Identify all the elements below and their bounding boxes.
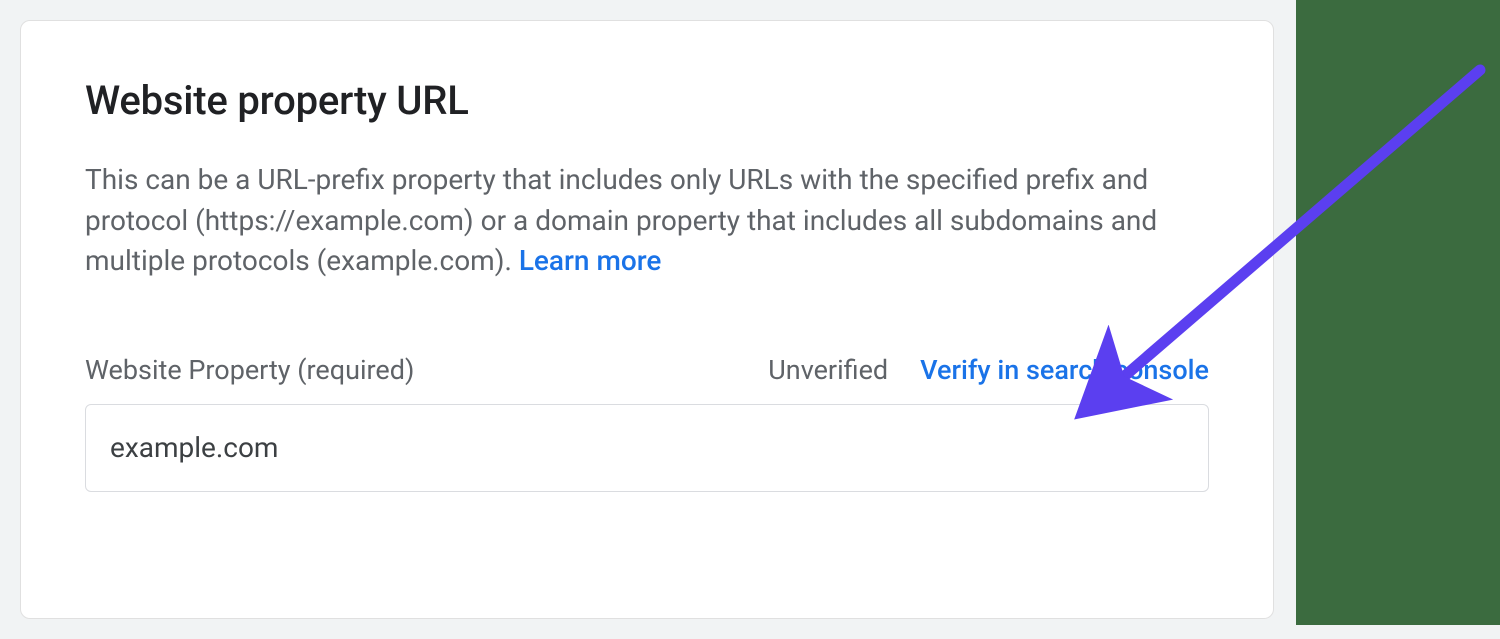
verification-status: Unverified (768, 354, 888, 386)
website-property-input[interactable] (85, 404, 1209, 492)
decorative-right-band (1296, 0, 1500, 625)
verify-in-search-console-link[interactable]: Verify in search console (920, 354, 1209, 386)
card-heading: Website property URL (85, 77, 1209, 124)
field-label: Website Property (required) (85, 354, 768, 386)
website-property-card: Website property URL This can be a URL-p… (20, 20, 1274, 619)
learn-more-link[interactable]: Learn more (519, 244, 662, 277)
card-description: This can be a URL-prefix property that i… (85, 160, 1209, 282)
field-header-row: Website Property (required) Unverified V… (85, 354, 1209, 386)
page-background: Website property URL This can be a URL-p… (0, 0, 1294, 639)
